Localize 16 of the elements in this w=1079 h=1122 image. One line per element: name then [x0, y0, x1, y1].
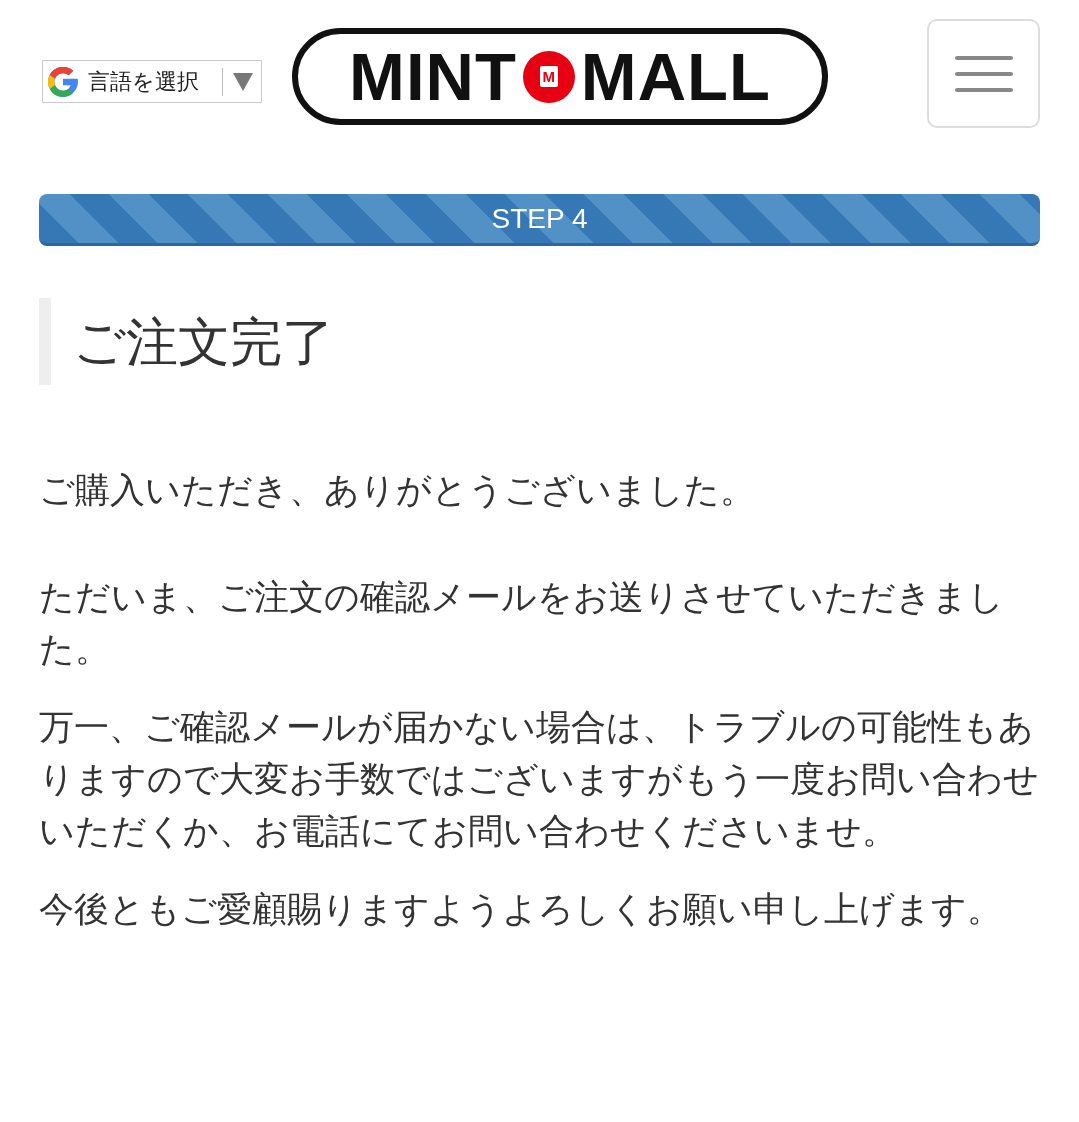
- logo-badge-letter: M: [539, 66, 559, 87]
- message-paragraph: 万一、ご確認メールが届かない場合は、トラブルの可能性もありますので大変お手数ではございますがもう一度お問い合わせいただくか、お電話にてお問い合わせくださいませ。: [39, 706, 1039, 852]
- message-paragraph: ただいま、ご注文の確認メールをお送りさせていただきました。: [39, 576, 1005, 670]
- logo-text: MALL: [580, 43, 771, 110]
- page-title: ご注文完了: [73, 315, 334, 368]
- message-paragraph: 今後ともご愛顧賜りますようよろしくお願い申し上げます。: [39, 888, 1003, 930]
- logo[interactable]: MINT M MALL: [292, 28, 828, 125]
- language-select[interactable]: 言語を選択: [42, 60, 262, 103]
- language-select-label: 言語を選択: [88, 70, 199, 93]
- menu-button[interactable]: [927, 19, 1040, 128]
- message-paragraph: ご購入いただき、ありがとうございました。: [39, 469, 756, 511]
- step-label: STEP 4: [491, 204, 588, 233]
- caret-icon: [233, 72, 253, 91]
- menu-icon: [954, 55, 1013, 92]
- logo-text: MINT: [349, 43, 517, 110]
- g-logo-icon: [48, 66, 78, 97]
